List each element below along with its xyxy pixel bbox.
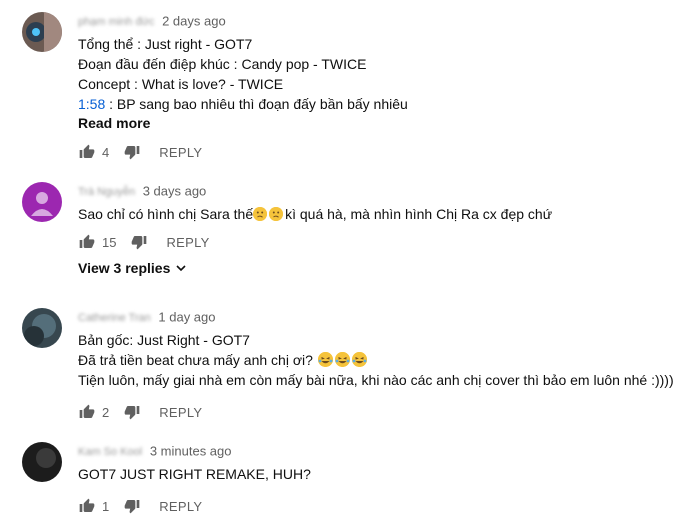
thumbs-down-icon[interactable] — [123, 497, 141, 515]
comment-text-line: Bản gốc: Just Right - GOT7 — [78, 332, 250, 348]
comment-body: phạm minh đức 2 days ago Tổng thể : Just… — [78, 12, 681, 162]
thumbs-down-icon[interactable] — [123, 143, 141, 161]
author-name[interactable]: Catherine Tran — [78, 309, 151, 327]
comment-body: Kam So Kool 3 minutes ago GOT7 JUST RIGH… — [78, 442, 681, 516]
comment-text-line: Tổng thể : Just right - GOT7 — [78, 36, 253, 52]
comment-body: Catherine Tran 1 day ago Bản gốc: Just R… — [78, 308, 681, 422]
comment-time[interactable]: 1 day ago — [158, 310, 215, 325]
comment-time[interactable]: 3 days ago — [143, 184, 207, 199]
tears-of-joy-emoji — [334, 352, 350, 367]
reply-button[interactable]: REPLY — [159, 145, 202, 160]
comment-actions: 1 REPLY — [78, 496, 681, 516]
like-count: 2 — [102, 404, 110, 420]
thumbs-down-icon[interactable] — [123, 403, 141, 421]
thumbs-up-icon[interactable] — [78, 403, 96, 421]
author-name[interactable]: phạm minh đức — [78, 13, 154, 31]
thumbs-down-icon[interactable] — [130, 233, 148, 251]
like-count: 1 — [102, 498, 110, 514]
timestamp-link[interactable]: 1:58 — [78, 96, 105, 112]
comment-body: Trà Nguyễn 3 days ago Sao chỉ có hình ch… — [78, 182, 681, 276]
comment-text-line: Đoạn đầu đến điệp khúc : Candy pop - TWI… — [78, 56, 367, 72]
comment-text-line: Sao chỉ có hình chị Sara thế kì quá hà, m… — [78, 204, 681, 224]
comment-actions: 15 REPLY — [78, 232, 681, 252]
comment-time[interactable]: 2 days ago — [162, 14, 226, 29]
thumbs-up-icon[interactable] — [78, 497, 96, 515]
avatar[interactable] — [22, 442, 62, 482]
confused-face-emoji — [269, 207, 284, 221]
thumbs-up-icon[interactable] — [78, 233, 96, 251]
comment-text-line: Đã trả tiền beat chưa mấy anh chị ơi? — [78, 350, 681, 370]
avatar[interactable] — [22, 12, 62, 52]
reply-button[interactable]: REPLY — [159, 499, 202, 514]
view-replies-button[interactable]: View 3 replies — [78, 260, 681, 276]
comment-actions: 2 REPLY — [78, 402, 681, 422]
like-count: 4 — [102, 144, 110, 160]
comment-header: Trà Nguyễn 3 days ago — [78, 182, 681, 200]
author-name[interactable]: Trà Nguyễn — [78, 183, 135, 201]
comment-actions: 4 REPLY — [78, 142, 681, 162]
thumbs-up-icon[interactable] — [78, 143, 96, 161]
confused-face-emoji — [253, 207, 268, 221]
comment-text: Đã trả tiền beat chưa mấy anh chị ơi? — [78, 352, 317, 368]
chevron-down-icon — [176, 260, 186, 276]
view-replies-label: View 3 replies — [78, 260, 171, 276]
comment-header: Catherine Tran 1 day ago — [78, 308, 681, 326]
reply-button[interactable]: REPLY — [159, 405, 202, 420]
comment-text-line: Concept : What is love? - TWICE — [78, 76, 284, 92]
tears-of-joy-emoji — [317, 352, 333, 367]
comment-thread-list: phạm minh đức 2 days ago Tổng thể : Just… — [0, 0, 689, 524]
reply-button[interactable]: REPLY — [166, 235, 209, 250]
comment-text-line: GOT7 JUST RIGHT REMAKE, HUH? — [78, 466, 311, 482]
comment-header: phạm minh đức 2 days ago — [78, 12, 681, 30]
comment-text-rest: : BP sang bao nhiêu thì đoạn đấy bần bấy… — [105, 96, 408, 112]
comment-text: Sao chỉ có hình chị Sara thế — [78, 206, 254, 222]
author-name[interactable]: Kam So Kool — [78, 443, 142, 461]
avatar[interactable] — [22, 308, 62, 348]
comment-text-line: 1:58 : BP sang bao nhiêu thì đoạn đấy bầ… — [78, 94, 681, 114]
comment-time[interactable]: 3 minutes ago — [150, 444, 232, 459]
read-more-button[interactable]: Read more — [78, 114, 681, 132]
like-count: 15 — [102, 234, 117, 250]
avatar[interactable] — [22, 182, 62, 222]
tears-of-joy-emoji — [351, 352, 367, 367]
comment-text: kì quá hà, mà nhìn hình Chị Ra cx đẹp ch… — [285, 206, 553, 222]
comment-header: Kam So Kool 3 minutes ago — [78, 442, 681, 460]
comment-text-line: Tiện luôn, mấy giai nhà em còn mấy bài n… — [78, 372, 674, 388]
